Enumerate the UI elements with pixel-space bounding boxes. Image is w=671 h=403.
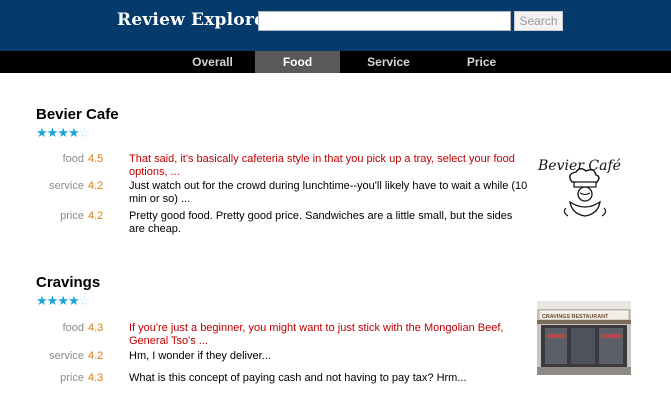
review-snippet[interactable]: If you're just a beginner, you might wan… (129, 322, 531, 348)
aspect-label: food (62, 322, 84, 334)
aspect-label: food (62, 153, 84, 165)
star-empty-icon: ☆ (78, 125, 91, 140)
star-filled-icon: ★ (36, 125, 48, 140)
star-filled-icon: ★ (46, 293, 59, 308)
photo-sign-text: CRAVINGS RESTAURANT (542, 314, 609, 320)
aspect-score: 4.3 (88, 372, 104, 384)
search-button[interactable]: Search (514, 11, 563, 31)
review-snippet[interactable]: That said, it's basically cafeteria styl… (129, 153, 531, 179)
review-snippet[interactable]: Hm, I wonder if they deliver... (129, 350, 531, 363)
aspect-label: service (49, 350, 84, 362)
aspect-score: 4.5 (88, 153, 104, 165)
review-snippet[interactable]: Just watch out for the crowd during lunc… (129, 180, 531, 206)
tab-overall[interactable]: Overall (170, 51, 255, 73)
star-filled-icon: ★ (57, 293, 69, 308)
aspect-score: 4.3 (88, 322, 104, 334)
aspect-label: price (60, 372, 84, 384)
restaurant-photo: CRAVINGS RESTAURANT (537, 301, 631, 375)
restaurant-name[interactable]: Cravings (36, 274, 100, 291)
tab-service[interactable]: Service (340, 51, 437, 73)
star-filled-icon: ★ (46, 125, 59, 140)
tab-price[interactable]: Price (437, 51, 526, 73)
aspect-score: 4.2 (88, 180, 104, 192)
restaurant-name[interactable]: Bevier Cafe (36, 106, 119, 123)
tab-food[interactable]: Food (255, 51, 340, 73)
restaurant-logo: Bevier Café (537, 158, 621, 217)
star-filled-icon: ★ (67, 293, 80, 308)
aspect-score: 4.2 (88, 210, 104, 222)
aspect-label: service (49, 180, 84, 192)
star-rating: ★★★★☆ (36, 125, 91, 141)
brand-title: Review Explorer: (117, 10, 281, 30)
header-bar: Review Explorer: Search (0, 0, 671, 51)
review-snippet[interactable]: Pretty good food. Pretty good price. San… (129, 210, 531, 236)
aspect-label: price (60, 210, 84, 222)
aspect-score: 4.2 (88, 350, 104, 362)
star-empty-icon: ☆ (78, 293, 91, 308)
restaurant-card: Bevier Cafe ★★★★☆ food 4.5 That said, it… (0, 106, 671, 251)
review-snippet[interactable]: What is this concept of paying cash and … (129, 372, 531, 385)
tab-bar: Overall Food Service Price (0, 51, 671, 73)
search-input[interactable] (258, 11, 511, 31)
star-rating: ★★★★☆ (36, 293, 91, 309)
star-filled-icon: ★ (67, 125, 80, 140)
restaurant-card: Cravings ★★★★☆ food 4.3 If you're just a… (0, 274, 671, 399)
star-filled-icon: ★ (36, 293, 48, 308)
star-filled-icon: ★ (57, 125, 69, 140)
